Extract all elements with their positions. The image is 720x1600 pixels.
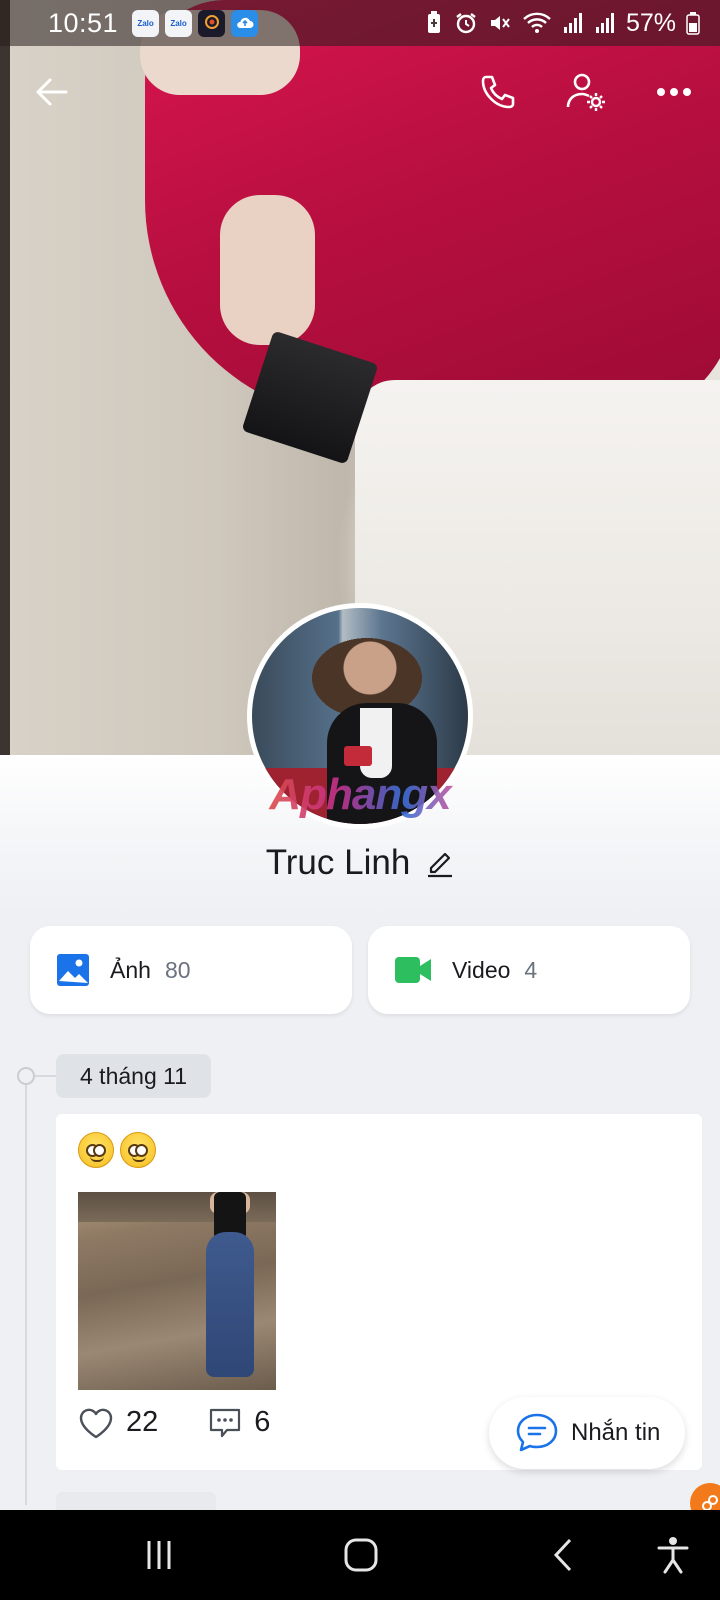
more-options-button[interactable] [644,62,704,122]
profile-settings-button[interactable] [556,62,616,122]
profile-name-row: Truc Linh [0,838,720,888]
user-settings-icon [566,73,605,111]
videos-label: Video [452,956,511,983]
status-indicators: 57% [424,9,700,38]
photos-count: 80 [164,956,191,983]
photos-button[interactable]: Ảnh 80 [30,926,352,1014]
videos-button[interactable]: Video 4 [368,926,690,1014]
recent-apps-icon [147,1541,171,1569]
status-app-icons: Zalo Zalo [132,9,259,37]
status-time: 10:51 [48,7,119,38]
timeline-line [25,1075,27,1505]
heart-icon [79,1408,113,1438]
zalo-icon: Zalo [165,9,193,37]
like-count: 22 [126,1406,159,1438]
back-button[interactable] [22,62,82,122]
like-button[interactable]: 22 [78,1406,158,1439]
system-nav-bar [0,1510,720,1600]
alarm-icon [456,13,476,34]
mute-icon [490,16,510,30]
video-camera-icon [395,957,431,983]
wifi-icon [523,12,551,33]
battery-icon [686,12,700,35]
home-icon [344,1538,378,1572]
videos-count: 4 [524,956,538,983]
top-nav [0,62,720,122]
post-actions: 22 6 [78,1406,270,1439]
comment-count: 6 [254,1406,271,1438]
profile-name: Truc Linh [265,843,411,882]
home-button[interactable] [316,1510,406,1600]
image-icon [57,954,89,986]
status-bar: 10:51 Zalo Zalo 57% [0,0,720,46]
post-emoji-text [78,1132,156,1168]
next-post-card [56,1492,216,1510]
rolling-eyes-emoji [78,1132,114,1168]
edit-name-button[interactable] [426,848,454,878]
photos-label: Ảnh [110,956,151,983]
timeline-connector [35,1075,57,1077]
dream-app-icon [198,9,226,37]
rolling-eyes-emoji [120,1132,156,1168]
comment-icon [210,1408,241,1437]
signal-icon [563,13,582,33]
watermark-logo: Aphangx [252,770,468,820]
recent-apps-button[interactable] [114,1510,204,1600]
system-back-button[interactable] [518,1510,608,1600]
cover-hand [220,195,315,345]
message-button[interactable]: Nhắn tin [489,1397,685,1469]
chevron-left-icon [553,1538,572,1572]
pencil-icon [428,852,453,878]
post-image[interactable] [78,1192,276,1390]
message-button-label: Nhắn tin [571,1419,661,1446]
signal-icon [595,13,614,33]
timeline-dot [17,1067,35,1085]
timeline-date: 4 tháng 11 [56,1054,212,1098]
arrow-left-icon [36,78,68,106]
zalo-icon: Zalo [132,9,160,37]
battery-saver-icon [427,11,440,33]
accessibility-button[interactable] [628,1510,718,1600]
battery-percent: 57% [625,8,676,37]
cloud-upload-icon [231,9,259,37]
call-button[interactable] [468,62,528,122]
accessibility-icon [657,1537,689,1574]
comment-button[interactable]: 6 [208,1406,270,1439]
phone-icon [481,75,515,109]
chat-bubble-icon [516,1413,558,1452]
more-horizontal-icon [657,88,691,96]
